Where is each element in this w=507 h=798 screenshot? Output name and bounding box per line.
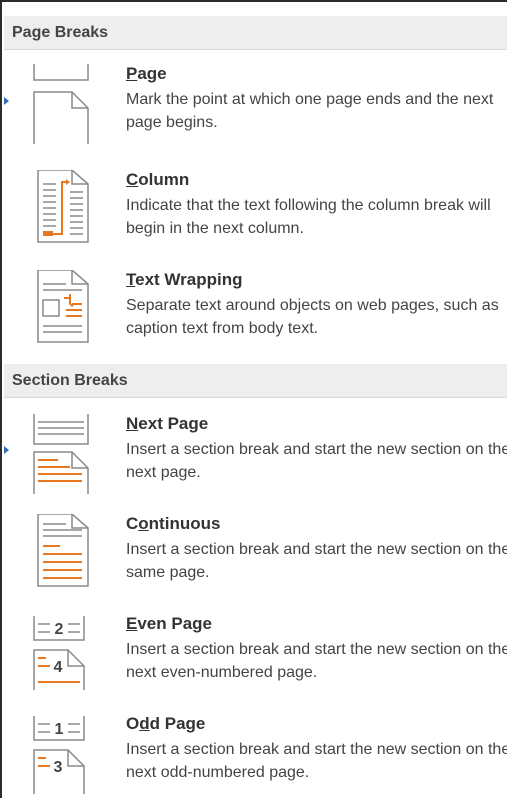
menu-item-title: Even Page — [126, 614, 212, 633]
menu-item-title: Page — [126, 64, 167, 83]
even-page-bottom-number: 4 — [54, 659, 63, 676]
menu-item-page-break[interactable]: Page Mark the point at which one page en… — [4, 64, 507, 172]
section-header-section-breaks: Section Breaks — [4, 364, 507, 398]
page-break-icon — [26, 64, 90, 144]
continuous-section-break-icon — [26, 514, 90, 594]
menu-item-title: Continuous — [126, 514, 221, 533]
menu-item-description: Mark the point at which one page ends an… — [126, 91, 494, 131]
menu-item-odd-page-break[interactable]: 1 3 Odd Page Insert a section break and … — [4, 714, 507, 798]
menu-item-description: Separate text around objects on web page… — [126, 297, 499, 337]
text-wrapping-break-icon — [26, 270, 90, 350]
even-page-top-number: 2 — [55, 621, 64, 638]
menu-item-continuous-break[interactable]: Continuous Insert a section break and st… — [4, 514, 507, 622]
odd-page-section-break-icon: 1 3 — [26, 714, 90, 794]
menu-item-title: Text Wrapping — [126, 270, 243, 289]
section-header-page-breaks: Page Breaks — [4, 16, 507, 50]
menu-item-description: Insert a section break and start the new… — [126, 541, 507, 581]
menu-item-title: Next Page — [126, 414, 209, 433]
odd-page-top-number: 1 — [55, 721, 64, 738]
menu-item-even-page-break[interactable]: 2 4 Even Page Insert a section break and… — [4, 614, 507, 722]
menu-item-text-wrapping-break[interactable]: Text Wrapping Separate text around objec… — [4, 270, 507, 378]
menu-item-description: Indicate that the text following the col… — [126, 197, 491, 237]
menu-item-description: Insert a section break and start the new… — [126, 741, 507, 781]
menu-item-next-page-break[interactable]: Next Page Insert a section break and sta… — [4, 414, 507, 522]
selection-marker — [4, 446, 9, 454]
selection-marker — [4, 97, 9, 105]
menu-item-title: Column — [126, 170, 190, 189]
menu-item-description: Insert a section break and start the new… — [126, 441, 507, 481]
menu-item-description: Insert a section break and start the new… — [126, 641, 507, 681]
column-break-icon — [26, 170, 90, 250]
menu-item-column-break[interactable]: Column Indicate that the text following … — [4, 170, 507, 278]
menu-item-title: Odd Page — [126, 714, 206, 733]
next-page-section-break-icon — [26, 414, 90, 494]
odd-page-bottom-number: 3 — [54, 759, 63, 776]
even-page-section-break-icon: 2 4 — [26, 614, 90, 694]
breaks-menu: Page Breaks Page Mark the point at which… — [0, 0, 507, 798]
